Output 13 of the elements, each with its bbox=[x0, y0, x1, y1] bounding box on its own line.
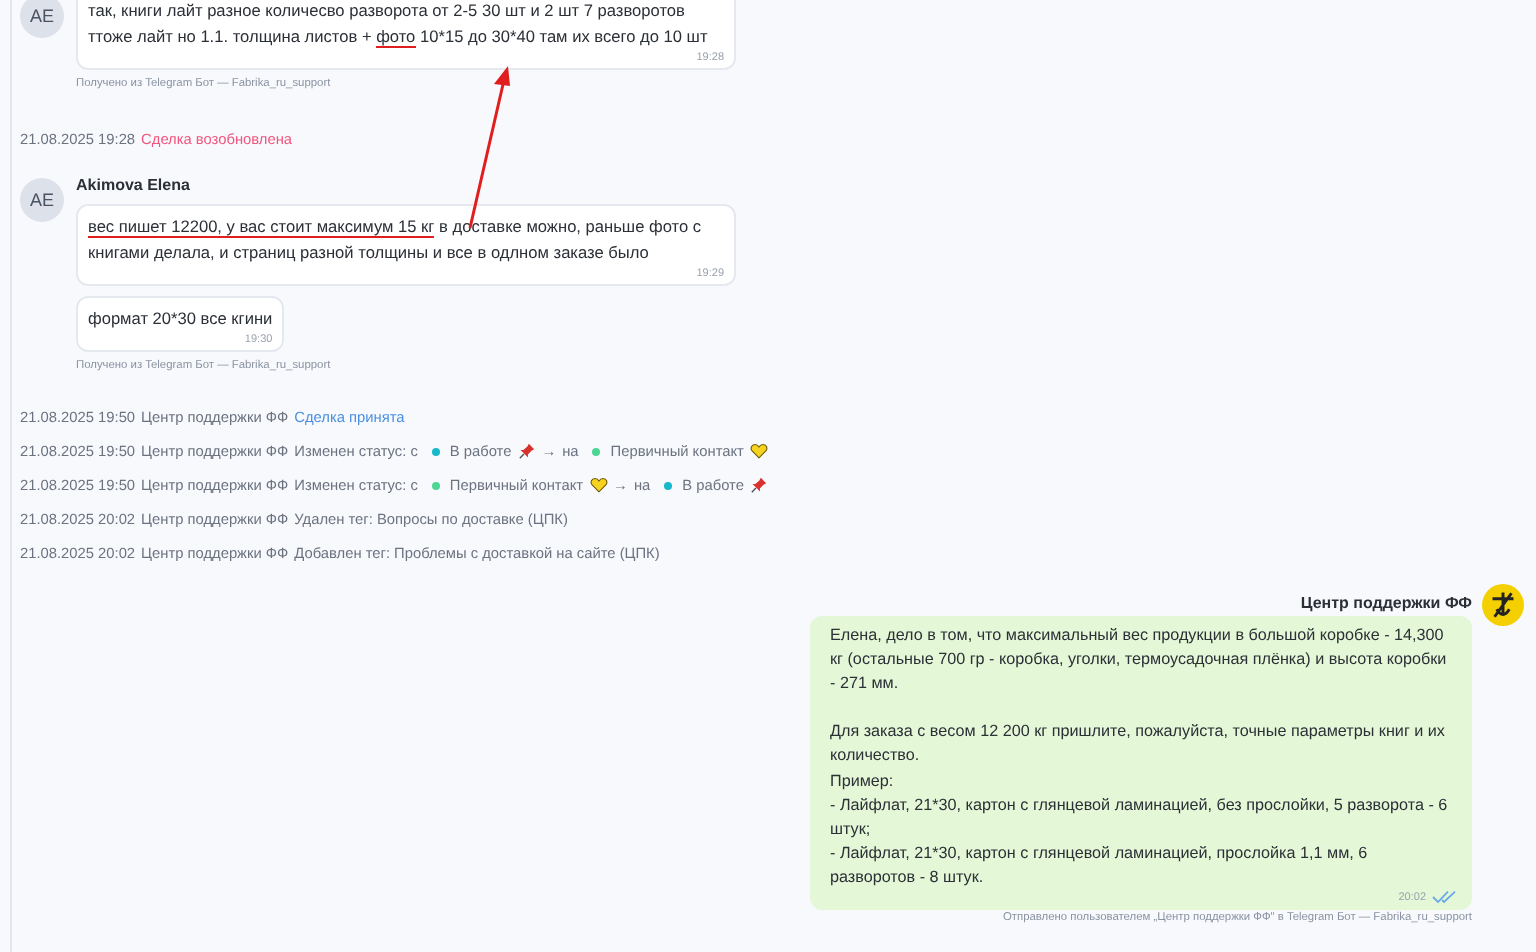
message-text: вес пишет 12200, у вас стоит максимум 15 кг в доставке можно, раньше фото с книгами делала, и страниц разной толщины и все в одлном заказе было bbox=[88, 214, 704, 266]
message-text: так, книги лайт разное количесво разворота от 2-5 30 шт и 2 шт 7 разворотов ттоже лайт но 1.1. толщина листов + фото 10*15 до 30*40 там их всего до 10 шт bbox=[88, 0, 710, 50]
message-text: формат 20*30 все кгини bbox=[88, 306, 273, 332]
message-text: Елена, дело в том, что максимальный вес продукции в большой коробке - 14,300 кг (остальные 700 гр - коробка, уголки, термоусадочная плёнка) и высота коробки - 271 мм. Для заказа с весом 12 200 кг пришлите, пожалуйста, точные параметры книг и их количество. Пример: - Лайфлат, 21*30, картон с глянцевой ламинацией, без прослойки, 5 разворота - 6 штук; - Лайфлат, 21*30, картон с глянцевой ламинацией, прослойка 1,1 мм, 6 разворотов - 8 штук. bbox=[830, 624, 1450, 890]
author-name: Центр поддержки ФФ bbox=[1300, 594, 1472, 612]
avatar: AE bbox=[20, 178, 64, 222]
avatar: AE bbox=[20, 0, 64, 38]
pushpin-icon bbox=[749, 476, 768, 494]
heart-icon bbox=[589, 476, 608, 494]
heart-icon bbox=[749, 442, 768, 460]
author-name: Akimova Elena bbox=[76, 176, 190, 194]
logo-icon bbox=[1482, 584, 1524, 626]
pushpin-icon bbox=[517, 442, 536, 460]
